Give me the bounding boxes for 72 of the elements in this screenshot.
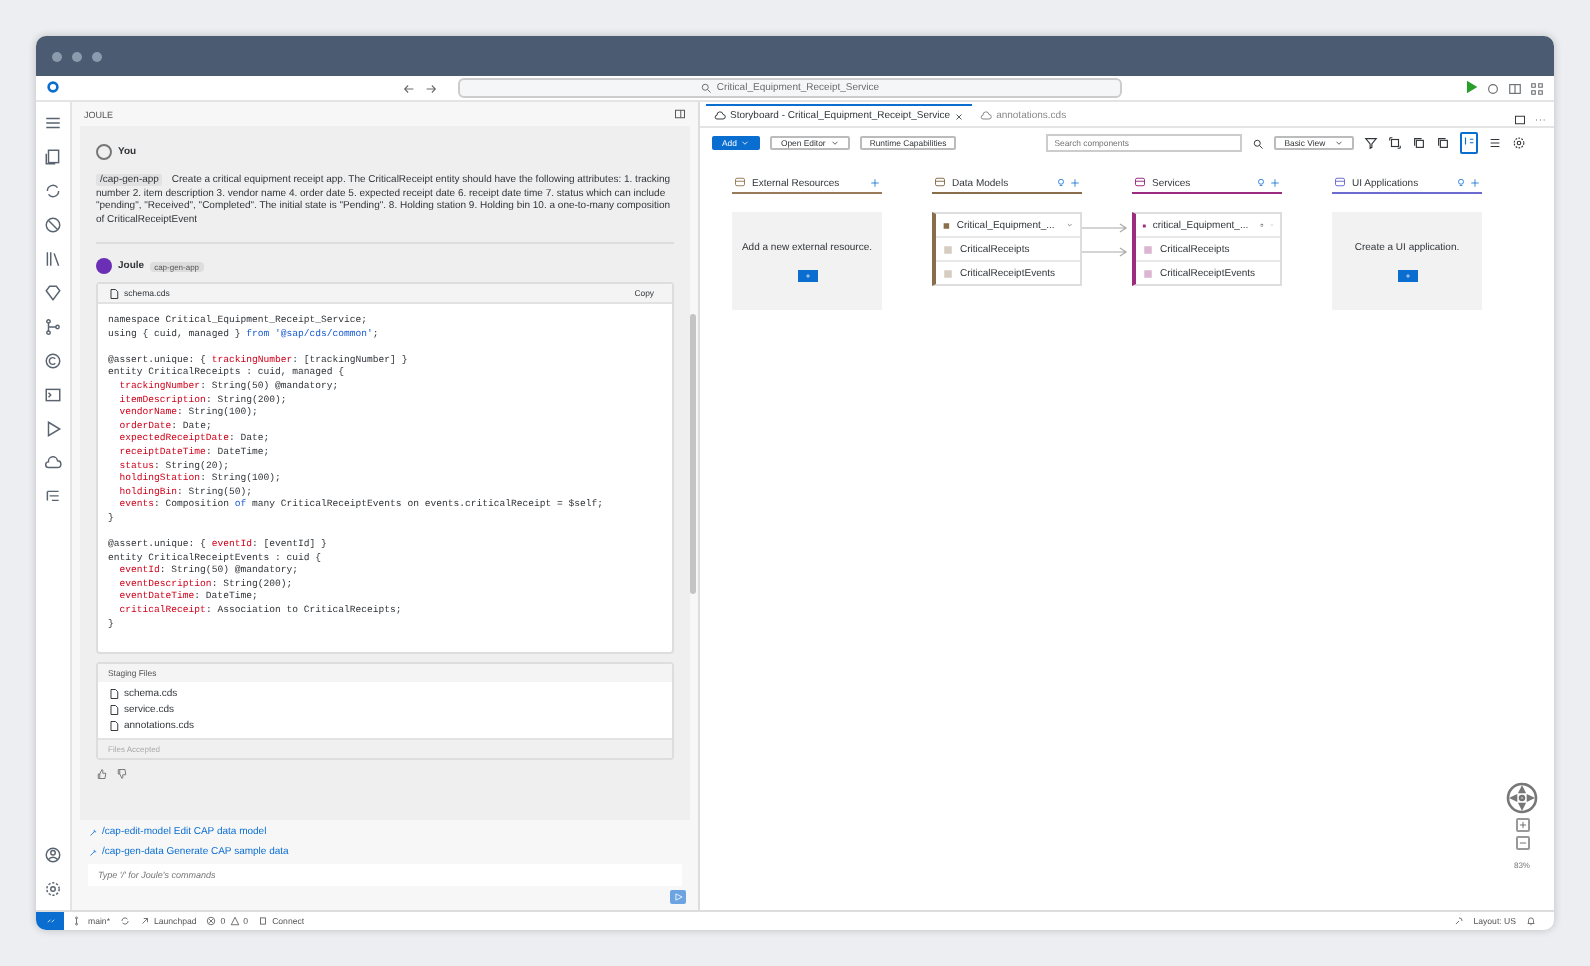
cloud-icon[interactable] bbox=[44, 454, 62, 472]
entity-icon bbox=[942, 219, 951, 231]
split-editor-icon[interactable] bbox=[1514, 114, 1526, 126]
diagram-view-icon[interactable] bbox=[1462, 134, 1477, 148]
branch-icon bbox=[74, 916, 84, 926]
files-icon[interactable] bbox=[44, 148, 62, 166]
menu-icon[interactable] bbox=[44, 114, 62, 132]
column-icon bbox=[1134, 175, 1146, 187]
search-icon bbox=[700, 82, 713, 94]
bulb-icon[interactable] bbox=[1256, 178, 1266, 188]
sync-icon[interactable] bbox=[44, 182, 62, 200]
branch-icon[interactable] bbox=[44, 318, 62, 336]
close-icon[interactable] bbox=[954, 111, 965, 121]
filter-icon[interactable] bbox=[1364, 136, 1379, 150]
panel-layout-icon[interactable] bbox=[674, 108, 686, 120]
file-icon bbox=[108, 287, 120, 299]
forward-arrow-icon[interactable] bbox=[424, 81, 438, 95]
remote-icon bbox=[45, 916, 55, 926]
list-view-icon[interactable] bbox=[1488, 136, 1503, 150]
cloud-icon bbox=[714, 110, 726, 122]
add-icon[interactable] bbox=[1270, 178, 1280, 188]
column-icon bbox=[1334, 175, 1346, 187]
back-arrow-icon[interactable] bbox=[402, 81, 416, 95]
add-button[interactable] bbox=[1397, 269, 1417, 281]
add-icon bbox=[1403, 271, 1411, 279]
add-icon[interactable] bbox=[1070, 178, 1080, 188]
tree-icon[interactable] bbox=[44, 488, 62, 506]
bell-icon[interactable] bbox=[1526, 916, 1536, 926]
account-icon[interactable] bbox=[44, 846, 62, 864]
terminal-icon[interactable] bbox=[44, 386, 62, 404]
layout-icon[interactable] bbox=[1508, 81, 1522, 95]
send-icon bbox=[673, 892, 683, 902]
warning-icon bbox=[229, 916, 240, 926]
zoom-in-button[interactable] bbox=[1515, 818, 1529, 832]
debug-icon[interactable] bbox=[1486, 81, 1500, 95]
bulb-icon[interactable] bbox=[1456, 178, 1466, 188]
settings-icon[interactable] bbox=[1512, 136, 1527, 150]
connector-arrow-icon bbox=[1082, 244, 1132, 260]
library-icon[interactable] bbox=[44, 250, 62, 268]
sync-icon[interactable] bbox=[120, 916, 130, 926]
remote-button[interactable] bbox=[36, 912, 64, 930]
app-logo-icon bbox=[46, 79, 60, 93]
fit-view-icon[interactable] bbox=[1388, 136, 1403, 150]
add-icon[interactable] bbox=[870, 178, 880, 188]
thumbs-down-icon[interactable] bbox=[116, 768, 128, 781]
grid-icon[interactable] bbox=[1530, 81, 1544, 95]
assistant-avatar bbox=[96, 258, 112, 274]
add-button[interactable] bbox=[797, 269, 817, 281]
caret-icon bbox=[1334, 138, 1345, 148]
zoom-out-button[interactable] bbox=[1515, 836, 1529, 850]
copyright-icon[interactable] bbox=[44, 352, 62, 370]
gem-icon[interactable] bbox=[44, 284, 62, 302]
add-icon[interactable] bbox=[1470, 178, 1480, 188]
minus-icon bbox=[1517, 838, 1527, 848]
settings-icon[interactable] bbox=[44, 880, 62, 898]
thumbs-up-icon[interactable] bbox=[96, 768, 108, 781]
column-icon bbox=[934, 175, 946, 187]
caret-icon bbox=[740, 138, 751, 148]
bulb-icon[interactable] bbox=[1056, 178, 1066, 188]
user-avatar bbox=[96, 144, 112, 160]
pan-control-icon[interactable] bbox=[1506, 782, 1538, 814]
add-icon bbox=[803, 271, 811, 279]
copy-icon[interactable] bbox=[1436, 136, 1451, 150]
error-icon bbox=[206, 916, 217, 926]
play-icon[interactable] bbox=[44, 420, 62, 438]
copy-icon[interactable] bbox=[1412, 136, 1427, 150]
plus-icon bbox=[1517, 820, 1527, 830]
caret-icon bbox=[829, 138, 840, 148]
column-icon bbox=[734, 175, 746, 187]
cloud-icon bbox=[980, 110, 993, 122]
search-icon[interactable] bbox=[1252, 137, 1265, 149]
connector-arrow-icon bbox=[1082, 220, 1132, 236]
